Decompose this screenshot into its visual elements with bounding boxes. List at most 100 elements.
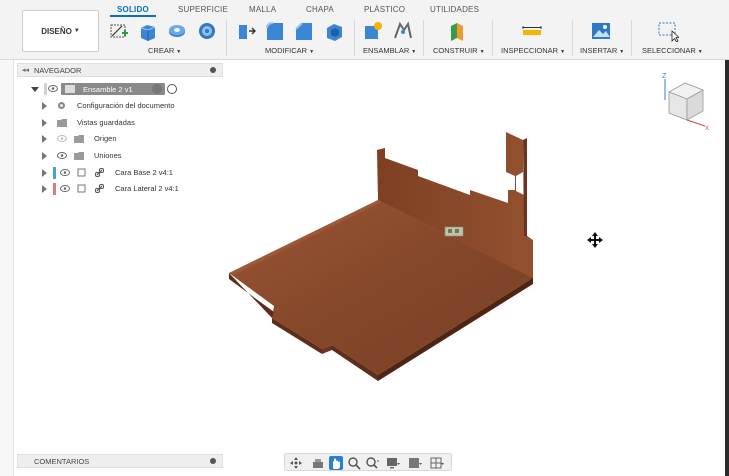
expand-right-icon[interactable] [42,185,47,193]
expand-right-icon[interactable] [42,119,47,127]
viewcube[interactable]: Z X [655,70,713,132]
eye-icon[interactable] [48,85,58,92]
view-toolbar [284,453,452,471]
group-seleccionar[interactable]: SELECCIONAR ▼ [642,46,703,55]
group-ensamblar[interactable]: ENSAMBLAR ▼ [363,46,416,55]
tree-root-row[interactable]: Ensamble 2 v1 [17,82,223,96]
group-inspeccionar[interactable]: INSPECCIONAR ▼ [501,46,565,55]
folder-icon [74,134,84,143]
press-pull-icon[interactable] [235,20,257,42]
shell-icon[interactable] [323,20,345,42]
component-color-marker [53,183,56,195]
tree-item-label: Cara Base 2 v4:1 [115,168,173,177]
display-settings-icon[interactable] [386,456,400,470]
fit-zoom-icon[interactable] [365,456,379,470]
fillet-icon[interactable] [264,20,286,42]
activate-icon[interactable] [152,84,162,94]
eye-icon[interactable] [57,152,67,159]
expand-right-icon[interactable] [42,152,47,160]
navigator-header[interactable]: ◂◂ NAVEGADOR [17,63,223,77]
tree-item-saved-views[interactable]: Vistas guardadas [17,116,223,130]
pin-icon[interactable] [210,458,216,464]
active-tab-indicator [110,15,156,17]
tree-item-label: Configuración del documento [77,101,175,110]
chevron-down-icon: ▼ [73,28,80,34]
toolbar-separator [572,20,573,56]
expand-right-icon[interactable] [42,135,47,143]
folder-icon [57,118,67,127]
folder-icon [74,151,84,160]
tab-plastico[interactable]: PLÁSTICO [364,5,405,14]
move-cursor-icon [586,231,604,249]
root-label: Ensamble 2 v1 [83,85,133,94]
tree-item-label: Origen [94,134,117,143]
expand-right-icon[interactable] [42,102,47,110]
look-at-icon[interactable] [311,456,325,470]
link-icon [95,184,104,193]
pin-icon[interactable] [210,67,216,73]
sweep-icon[interactable] [196,20,218,42]
new-component-icon[interactable] [362,20,384,42]
comments-panel-header[interactable]: COMENTARIOS [17,454,223,468]
toolbar-separator [226,20,227,56]
toolbar-separator [354,20,355,56]
group-insertar[interactable]: INSERTAR ▼ [580,46,624,55]
svg-text:Z: Z [662,73,667,80]
insert-image-icon[interactable] [590,20,612,42]
expand-down-icon[interactable] [31,87,39,92]
component-icon [77,184,86,193]
zoom-icon[interactable] [347,456,361,470]
eye-icon[interactable] [60,169,70,176]
tab-utilidades[interactable]: UTILIDADES [430,5,479,14]
tree-item-settings[interactable]: Configuración del documento [17,99,223,113]
root-component-chip[interactable]: Ensamble 2 v1 [61,83,165,95]
eye-hidden-icon[interactable] [57,135,67,142]
expand-right-icon[interactable] [42,169,47,177]
revolve-icon[interactable] [166,20,188,42]
base-panel[interactable] [229,200,533,381]
group-modificar[interactable]: MODIFICAR ▼ [265,46,314,55]
collapse-icon[interactable]: ◂◂ [22,66,29,74]
measure-icon[interactable] [521,20,543,42]
grid-icon[interactable] [430,456,444,470]
window-edge [725,60,729,476]
tree-item-label: Cara Lateral 2 v4:1 [115,184,179,193]
chamfer-icon[interactable] [293,20,315,42]
workspace-label: DISEÑO [41,26,72,36]
create-sketch-icon[interactable] [108,20,130,42]
workspace-switcher[interactable]: DISEÑO ▼ [22,10,99,52]
tab-chapa[interactable]: CHAPA [306,5,334,14]
color-marker [44,83,47,95]
group-construir[interactable]: CONSTRUIR ▼ [433,46,485,55]
toolbar-separator [423,20,424,56]
tree-item-label: Uniones [94,151,122,160]
tree-item-label: Vistas guardadas [77,118,135,127]
tree-item-cara-base[interactable]: Cara Base 2 v4:1 [17,166,223,180]
visual-style-icon[interactable] [408,456,422,470]
tab-solido[interactable]: SOLIDO [117,5,149,14]
svg-text:X: X [705,126,709,132]
eye-icon[interactable] [60,185,70,192]
side-panel[interactable] [377,132,533,282]
radio-icon[interactable] [167,84,177,94]
select-window-icon[interactable] [657,20,679,42]
offset-plane-icon[interactable] [446,20,468,42]
orbit-icon[interactable] [289,456,303,470]
tree-item-joints[interactable]: Uniones [17,149,223,163]
joint-marker[interactable] [444,226,464,237]
extrude-icon[interactable] [137,20,159,42]
tree-item-origin[interactable]: Origen [17,132,223,146]
navigator-title: NAVEGADOR [34,66,82,75]
comments-title: COMENTARIOS [34,457,90,466]
pan-hand-icon[interactable] [329,456,343,470]
tree-item-cara-lateral[interactable]: Cara Lateral 2 v4:1 [17,182,223,196]
link-icon [95,168,104,177]
group-crear[interactable]: CREAR ▼ [148,46,181,55]
tab-malla[interactable]: MALLA [249,5,276,14]
browser-tree: Ensamble 2 v1 Configuración del document… [17,77,223,197]
tab-superficie[interactable]: SUPERFICIE [178,5,228,14]
document-icon [65,85,75,93]
joint-icon[interactable] [392,20,414,42]
ribbon-toolbar: DISEÑO ▼ SOLIDO SUPERFICIE MALLA CHAPA P… [0,0,729,60]
gear-icon [57,101,66,110]
